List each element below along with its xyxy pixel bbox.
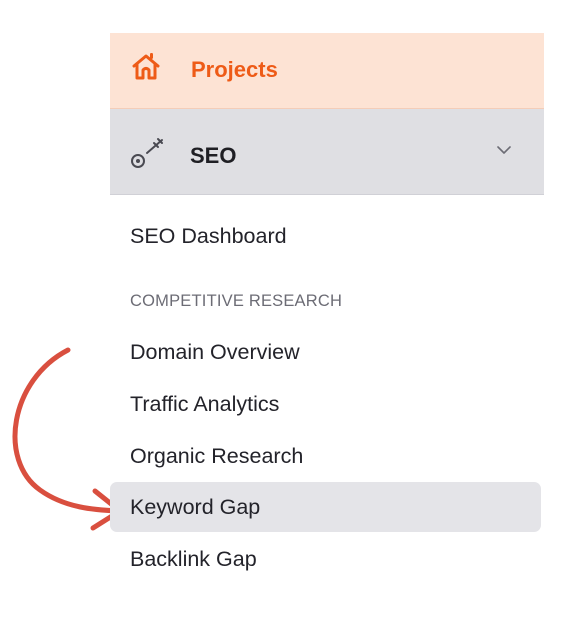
menu-item-seo-dashboard[interactable]: SEO Dashboard bbox=[130, 224, 287, 249]
seo-nav-group[interactable]: SEO bbox=[110, 109, 544, 195]
projects-label: Projects bbox=[191, 57, 278, 82]
projects-nav-item[interactable]: Projects bbox=[110, 33, 544, 109]
chevron-down-icon[interactable] bbox=[497, 145, 511, 155]
section-heading-competitive-research: COMPETITIVE RESEARCH bbox=[130, 292, 343, 310]
page: Projects SEO SEO Dashboard COMPETITIVE R… bbox=[0, 0, 571, 627]
sidebar: Projects SEO SEO Dashboard COMPETITIVE R… bbox=[110, 33, 544, 588]
key-icon bbox=[131, 138, 163, 168]
menu-item-backlink-gap[interactable]: Backlink Gap bbox=[130, 547, 257, 572]
home-icon bbox=[132, 53, 160, 80]
menu-item-keyword-gap[interactable]: Keyword Gap bbox=[130, 495, 260, 520]
seo-label: SEO bbox=[190, 143, 237, 168]
menu-item-traffic-analytics[interactable]: Traffic Analytics bbox=[130, 392, 279, 417]
menu-item-domain-overview[interactable]: Domain Overview bbox=[130, 340, 300, 365]
menu-item-organic-research[interactable]: Organic Research bbox=[130, 444, 303, 469]
